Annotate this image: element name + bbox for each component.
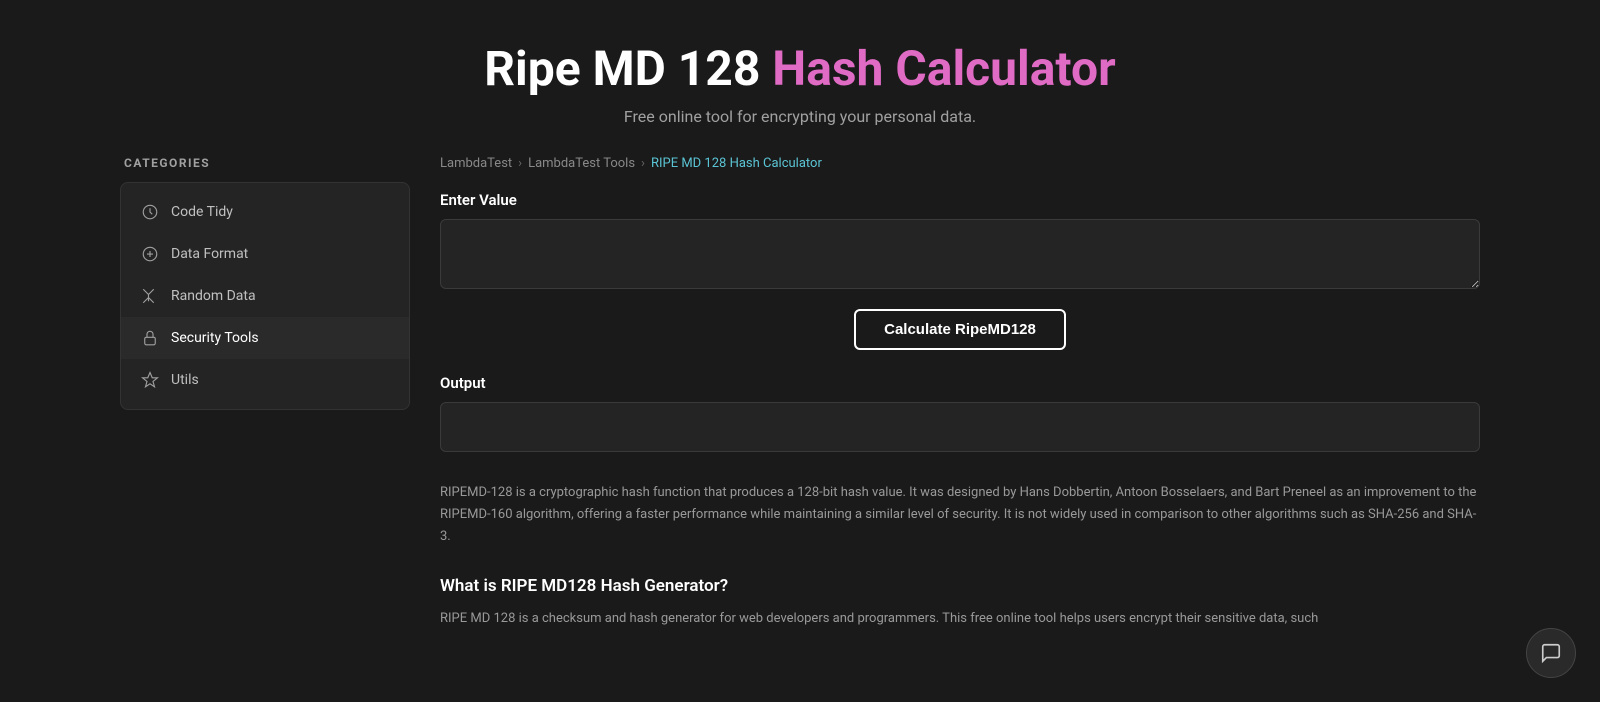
sidebar-item-random-data[interactable]: Random Data <box>121 275 409 317</box>
breadcrumb-lambdatest[interactable]: LambdaTest <box>440 156 512 171</box>
main-layout: CATEGORIES Code Tidy Data Format <box>100 156 1500 630</box>
sidebar-item-label: Code Tidy <box>171 204 233 220</box>
chat-button[interactable] <box>1526 628 1576 678</box>
page-header: Ripe MD 128 Hash Calculator Free online … <box>0 0 1600 156</box>
content-area: LambdaTest › LambdaTest Tools › RIPE MD … <box>440 156 1480 630</box>
output-label: Output <box>440 374 1480 392</box>
calculate-button[interactable]: Calculate RipeMD128 <box>854 309 1066 350</box>
random-data-icon <box>141 287 159 305</box>
description-text: RIPEMD-128 is a cryptographic hash funct… <box>440 482 1480 548</box>
sidebar-item-data-format[interactable]: Data Format <box>121 233 409 275</box>
enter-value-label: Enter Value <box>440 191 1480 209</box>
value-input[interactable] <box>440 219 1480 289</box>
security-icon <box>141 329 159 347</box>
categories-label: CATEGORIES <box>120 156 410 170</box>
breadcrumb-sep-1: › <box>518 156 522 171</box>
breadcrumb-sep-2: › <box>641 156 645 171</box>
page-title: Ripe MD 128 Hash Calculator <box>20 40 1580 97</box>
button-row: Calculate RipeMD128 <box>440 309 1480 350</box>
chat-icon <box>1540 642 1562 664</box>
utils-icon <box>141 371 159 389</box>
sidebar-menu: Code Tidy Data Format Random Data <box>120 182 410 410</box>
sidebar-item-code-tidy[interactable]: Code Tidy <box>121 191 409 233</box>
sidebar-item-label: Data Format <box>171 246 248 262</box>
what-is-text: RIPE MD 128 is a checksum and hash gener… <box>440 608 1480 630</box>
sidebar: CATEGORIES Code Tidy Data Format <box>120 156 410 630</box>
code-tidy-icon <box>141 203 159 221</box>
breadcrumb-lambdatest-tools[interactable]: LambdaTest Tools <box>528 156 635 171</box>
sidebar-item-security-tools[interactable]: Security Tools <box>121 317 409 359</box>
what-is-heading: What is RIPE MD128 Hash Generator? <box>440 576 1480 596</box>
sidebar-item-utils[interactable]: Utils <box>121 359 409 401</box>
output-area <box>440 402 1480 452</box>
sidebar-item-label: Utils <box>171 372 199 388</box>
page-subtitle: Free online tool for encrypting your per… <box>20 107 1580 126</box>
sidebar-item-label: Security Tools <box>171 330 259 346</box>
breadcrumb-current-page: RIPE MD 128 Hash Calculator <box>651 156 822 171</box>
breadcrumb: LambdaTest › LambdaTest Tools › RIPE MD … <box>440 156 1480 171</box>
data-format-icon <box>141 245 159 263</box>
sidebar-item-label: Random Data <box>171 288 256 304</box>
